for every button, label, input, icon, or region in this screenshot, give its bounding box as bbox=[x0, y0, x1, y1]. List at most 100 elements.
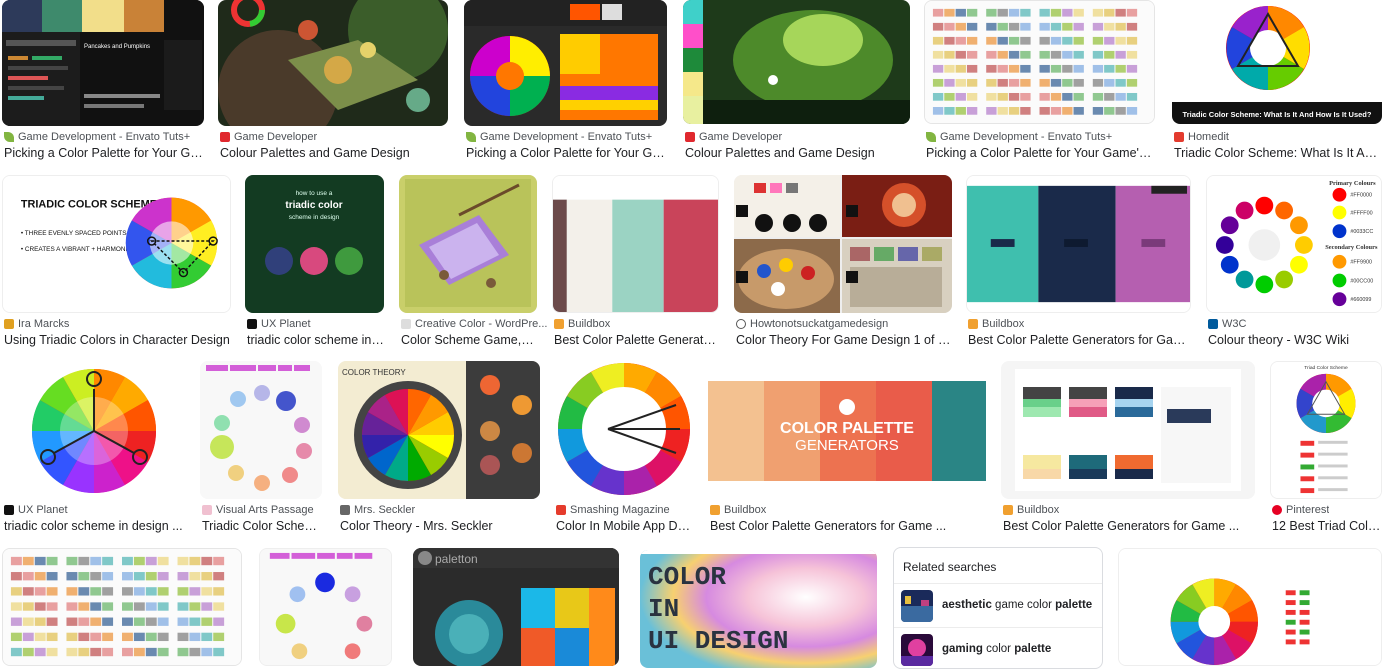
result-thumbnail[interactable] bbox=[966, 175, 1191, 313]
palette-swatch bbox=[1073, 36, 1084, 45]
related-search-item[interactable]: gaming color palette bbox=[894, 627, 1102, 672]
result-card[interactable]: Buildbox Best Color Palette Generators f… bbox=[966, 175, 1191, 351]
result-card[interactable]: COLOR IN UI DESIGN bbox=[640, 550, 877, 668]
result-card[interactable]: Buildbox Best Color Palette Generators f… bbox=[552, 175, 719, 351]
result-card[interactable]: Visual Arts Passage Triadic Color Scheme… bbox=[200, 361, 322, 537]
result-title[interactable]: Best Color Palette Generators for Game .… bbox=[968, 333, 1191, 347]
result-source: Game Development - Envato Tuts+ bbox=[940, 131, 1113, 143]
result-title[interactable]: Using Triadic Colors in Character Design bbox=[4, 333, 231, 347]
result-title[interactable]: Color Theory For Game Design 1 of 4 ... bbox=[736, 333, 952, 347]
result-title[interactable]: Color Theory - Mrs. Seckler bbox=[340, 519, 540, 533]
result-title[interactable]: Best Color Palette Generators for Game .… bbox=[1003, 519, 1255, 533]
palette-swatch bbox=[955, 78, 966, 87]
palette-swatch bbox=[1008, 92, 1020, 101]
result-card[interactable]: Game Developer Colour Palettes and Game … bbox=[218, 0, 448, 165]
result-card[interactable]: how to use a triadic color scheme in des… bbox=[245, 175, 384, 351]
result-thumbnail[interactable]: paletton bbox=[413, 548, 619, 666]
result-card[interactable]: Triadic Color Scheme: What Is It And How… bbox=[1172, 0, 1382, 165]
result-title[interactable]: Picking a Color Palette for Your Game'..… bbox=[466, 146, 667, 160]
palette-swatch bbox=[90, 617, 102, 626]
result-thumbnail[interactable] bbox=[683, 0, 910, 124]
result-thumbnail[interactable]: Triadic Color Scheme: What Is It And How… bbox=[1172, 0, 1382, 124]
result-thumbnail[interactable]: TRIADIC COLOR SCHEME • THREE EVENLY SPAC… bbox=[2, 175, 231, 313]
palette-swatch bbox=[986, 22, 997, 31]
palette-swatch bbox=[1062, 107, 1073, 115]
result-card[interactable]: Buildbox Best Color Palette Generators f… bbox=[1001, 361, 1255, 537]
result-card[interactable]: COLOR THEORY Mrs. Seckler Color Theory -… bbox=[338, 361, 540, 537]
result-thumbnail[interactable]: Primary Colours #FF0000 #FFFF00 #0033CC … bbox=[1206, 175, 1382, 313]
result-card[interactable] bbox=[2, 548, 242, 666]
result-thumbnail[interactable] bbox=[552, 175, 719, 313]
result-thumbnail[interactable] bbox=[734, 175, 952, 313]
result-title[interactable]: Colour Palettes and Game Design bbox=[685, 146, 910, 160]
result-thumbnail[interactable] bbox=[924, 0, 1155, 124]
result-title[interactable]: triadic color scheme in de... bbox=[247, 333, 384, 347]
palette-swatch bbox=[1020, 50, 1031, 59]
result-thumbnail[interactable] bbox=[1118, 548, 1382, 666]
result-title[interactable]: Best Color Palette Generators f... bbox=[554, 333, 719, 347]
result-thumbnail[interactable] bbox=[2, 361, 185, 499]
palette-swatch bbox=[1039, 8, 1050, 17]
result-card[interactable]: Game Development - Envato Tuts+ Picking … bbox=[464, 0, 667, 165]
result-card[interactable]: UX Planet triadic color scheme in design… bbox=[2, 361, 185, 537]
result-card[interactable]: paletton bbox=[413, 548, 619, 666]
result-title[interactable]: triadic color scheme in design ... bbox=[4, 519, 185, 533]
result-thumbnail[interactable]: Pancakes and Pumpkins bbox=[2, 0, 204, 126]
palette-swatch bbox=[189, 617, 201, 626]
result-title[interactable]: Colour theory - W3C Wiki bbox=[1208, 333, 1382, 347]
palette-swatch bbox=[1062, 78, 1073, 87]
result-card[interactable]: Smashing Magazine Color In Mobile App De… bbox=[554, 361, 693, 537]
palette-swatch bbox=[213, 617, 225, 626]
result-thumbnail[interactable]: COLOR IN UI DESIGN bbox=[640, 550, 877, 668]
result-thumbnail[interactable]: COLOR PALETTE GENERATORS bbox=[708, 361, 986, 499]
result-card[interactable]: Triad Color Scheme Pinterest 12 Best Tri… bbox=[1270, 361, 1382, 537]
result-title[interactable]: Color Scheme Game, Se... bbox=[401, 333, 537, 347]
result-thumbnail[interactable] bbox=[1001, 361, 1255, 499]
palette-swatch bbox=[932, 78, 944, 87]
result-title[interactable]: Best Color Palette Generators for Game .… bbox=[710, 519, 986, 533]
result-thumbnail[interactable]: how to use a triadic color scheme in des… bbox=[245, 175, 384, 313]
result-title[interactable]: Color In Mobile App Desi... bbox=[556, 519, 693, 533]
palette-swatch bbox=[1073, 50, 1084, 59]
palette-swatch bbox=[22, 617, 34, 626]
result-title[interactable]: Triadic Color Scheme: What Is It And ... bbox=[1174, 146, 1382, 160]
palette-swatch bbox=[1062, 92, 1073, 101]
result-thumbnail[interactable] bbox=[259, 548, 392, 666]
result-card[interactable]: Creative Color - WordPre... Color Scheme… bbox=[399, 175, 547, 351]
result-card[interactable]: Game Developer Colour Palettes and Game … bbox=[683, 0, 910, 165]
result-card[interactable] bbox=[1118, 548, 1382, 666]
palette-swatch bbox=[1008, 64, 1020, 73]
result-thumbnail[interactable] bbox=[399, 175, 537, 313]
result-card[interactable]: Primary Colours #FF0000 #FFFF00 #0033CC … bbox=[1206, 175, 1382, 351]
related-search-thumbnail bbox=[901, 590, 933, 622]
hex-label: #FFFF00 bbox=[1350, 210, 1372, 216]
result-source: Smashing Magazine bbox=[570, 504, 670, 516]
result-thumbnail[interactable]: Triad Color Scheme bbox=[1270, 361, 1382, 499]
palette-swatch bbox=[1126, 22, 1138, 31]
related-searches-heading: Related searches bbox=[903, 560, 997, 574]
palette-swatch bbox=[1020, 36, 1031, 45]
related-search-item[interactable]: aesthetic game color palette bbox=[894, 583, 1102, 628]
palette-swatch bbox=[1020, 22, 1031, 31]
result-thumbnail[interactable] bbox=[554, 361, 693, 499]
result-thumbnail[interactable] bbox=[2, 548, 242, 666]
result-card[interactable]: TRIADIC COLOR SCHEME • THREE EVENLY SPAC… bbox=[2, 175, 231, 351]
result-thumbnail[interactable] bbox=[200, 361, 322, 499]
result-card[interactable]: Pancakes and Pumpkins Game Development -… bbox=[2, 0, 204, 165]
result-thumbnail[interactable] bbox=[218, 0, 448, 126]
result-title[interactable]: Picking a Color Palette for Your Game's … bbox=[926, 146, 1155, 160]
palette-swatch bbox=[157, 617, 169, 626]
result-title[interactable]: Triadic Color Scheme... bbox=[202, 519, 322, 533]
result-title[interactable]: 12 Best Triad Color ... bbox=[1272, 519, 1382, 533]
result-card[interactable]: COLOR PALETTE GENERATORS Buildbox Best C… bbox=[708, 361, 986, 537]
result-card[interactable]: Howtonotsuckatgamedesign Color Theory Fo… bbox=[734, 175, 952, 351]
palette-swatch bbox=[133, 556, 145, 566]
result-title[interactable]: Picking a Color Palette for Your Game... bbox=[4, 146, 204, 160]
result-card[interactable]: Game Development - Envato Tuts+ Picking … bbox=[924, 0, 1155, 165]
vap-icon bbox=[202, 505, 212, 515]
result-thumbnail[interactable] bbox=[464, 0, 667, 126]
result-title[interactable]: Colour Palettes and Game Design bbox=[220, 146, 448, 160]
result-card[interactable] bbox=[259, 548, 392, 666]
palette-swatch bbox=[122, 617, 133, 626]
result-thumbnail[interactable]: COLOR THEORY bbox=[338, 361, 540, 499]
